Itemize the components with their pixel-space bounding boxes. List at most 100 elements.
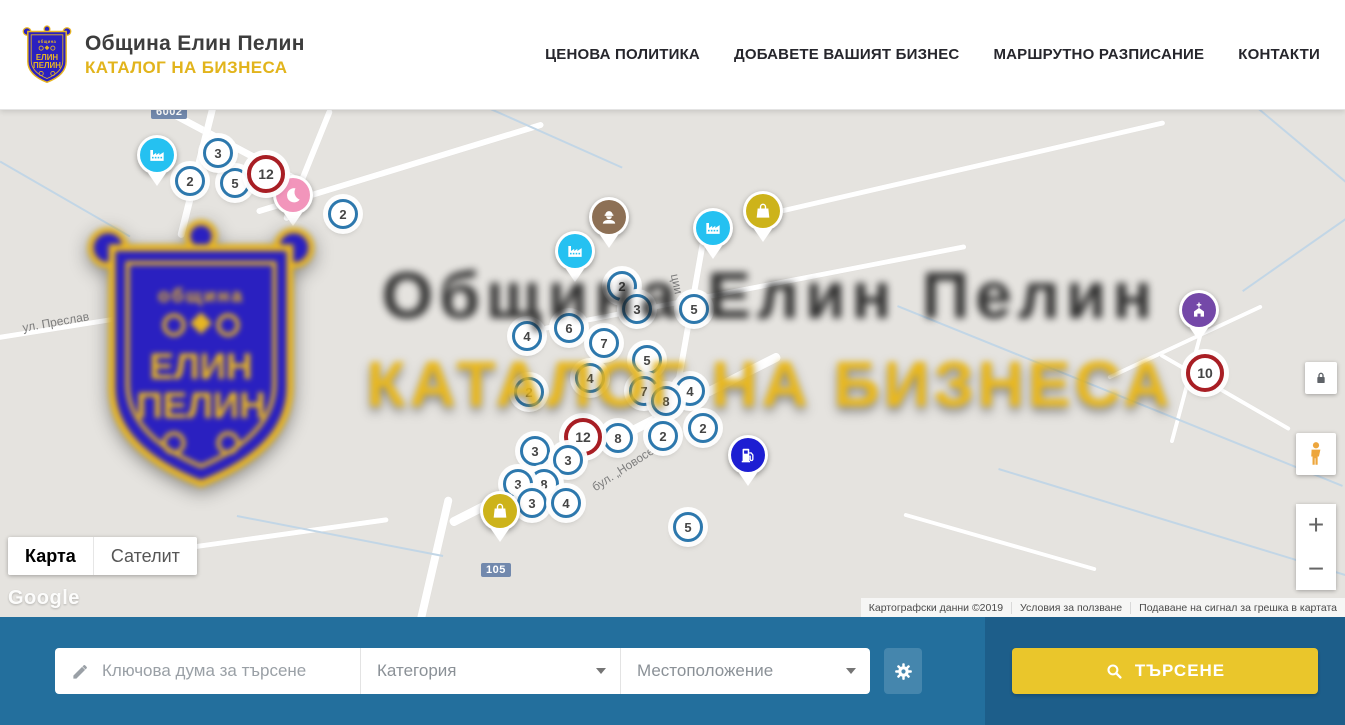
svg-text:ПЕЛИН: ПЕЛИН (136, 385, 266, 426)
road-shield: 6002 (151, 110, 187, 119)
map-type-satellite-button[interactable]: Сателит (93, 537, 197, 575)
chevron-down-icon (596, 668, 606, 674)
search-icon (1105, 662, 1124, 681)
pencil-icon (71, 662, 90, 681)
pegman-icon (1305, 441, 1327, 467)
main-nav: ЦЕНОВА ПОЛИТИКА ДОБАВЕТЕ ВАШИЯТ БИЗНЕС М… (545, 46, 1320, 63)
map-pin-factory[interactable] (693, 208, 733, 248)
map-stream (998, 468, 1345, 584)
brand[interactable]: община ЕЛИН ПЕЛИН Община Елин Пелин КАТА… (22, 24, 305, 86)
map-canvas[interactable]: ул. Преславбул. „Новоселции"6002105 2531… (0, 110, 1345, 617)
nav-contacts[interactable]: КОНТАКТИ (1238, 46, 1320, 63)
cluster-marker[interactable]: 2 (328, 199, 358, 229)
map-pin-factory[interactable] (555, 231, 595, 271)
street-view-button[interactable] (1296, 433, 1336, 475)
fuel-icon (731, 438, 765, 472)
shopping-bag-icon (746, 194, 780, 228)
map-pin-factory[interactable] (137, 135, 177, 175)
cluster-marker[interactable]: 3 (520, 436, 550, 466)
map-road (415, 496, 453, 617)
cluster-marker[interactable]: 5 (632, 345, 662, 375)
cluster-marker[interactable]: 4 (575, 363, 605, 393)
map-pin-church[interactable] (1179, 290, 1219, 330)
cluster-marker[interactable]: 3 (622, 294, 652, 324)
zoom-out-button[interactable]: − (1296, 547, 1336, 590)
site-subtitle: КАТАЛОГ НА БИЗНЕСА (85, 58, 305, 78)
map-pin-fuel[interactable] (728, 435, 768, 475)
cluster-marker[interactable]: 2 (514, 377, 544, 407)
svg-text:ЕЛИН: ЕЛИН (149, 346, 252, 387)
cluster-marker[interactable]: 4 (551, 488, 581, 518)
cluster-marker[interactable]: 2 (175, 166, 205, 196)
chevron-down-icon (846, 668, 856, 674)
search-bar: Категория Местоположение (0, 617, 1345, 725)
nav-route-schedule[interactable]: МАРШРУТНО РАЗПИСАНИЕ (993, 46, 1204, 63)
factory-icon (696, 211, 730, 245)
cluster-marker[interactable]: 5 (679, 294, 709, 324)
site-title: Община Елин Пелин (85, 32, 305, 56)
cluster-marker[interactable]: 3 (517, 488, 547, 518)
svg-text:община: община (158, 286, 244, 307)
category-dropdown[interactable]: Категория (360, 648, 620, 694)
search-button-label: ТЪРСЕНЕ (1135, 661, 1225, 681)
map-type-map-button[interactable]: Карта (8, 537, 93, 575)
location-dropdown[interactable]: Местоположение (620, 648, 870, 694)
cluster-marker[interactable]: 3 (203, 138, 233, 168)
cluster-marker[interactable]: 2 (688, 413, 718, 443)
municipality-logo-icon: община ЕЛИН ПЕЛИН (22, 24, 72, 86)
zoom-in-button[interactable]: + (1296, 504, 1336, 547)
lock-icon (1313, 370, 1329, 386)
lock-button[interactable] (1305, 362, 1337, 394)
search-bar-left: Категория Местоположение (0, 617, 985, 725)
nav-add-business[interactable]: ДОБАВЕТЕ ВАШИЯТ БИЗНЕС (734, 46, 959, 63)
cluster-marker[interactable]: 5 (220, 168, 250, 198)
worker-icon (592, 200, 626, 234)
cluster-marker[interactable]: 6 (554, 313, 584, 343)
cluster-marker[interactable]: 12 (247, 155, 285, 193)
nav-price-policy[interactable]: ЦЕНОВА ПОЛИТИКА (545, 46, 700, 63)
map-pin-worker[interactable] (589, 197, 629, 237)
map-pin-shopping-bag[interactable] (480, 491, 520, 531)
advanced-settings-button[interactable] (884, 648, 922, 694)
cluster-marker[interactable]: 4 (512, 321, 542, 351)
map-road (903, 513, 1096, 572)
brand-text: Община Елин Пелин КАТАЛОГ НА БИЗНЕСА (85, 32, 305, 78)
svg-text:община: община (38, 39, 57, 44)
map-stream (1196, 110, 1345, 206)
search-button[interactable]: ТЪРСЕНЕ (1012, 648, 1318, 694)
map-stream (897, 305, 1343, 487)
map-stream (1242, 210, 1345, 292)
terms-link[interactable]: Условия за ползване (1011, 602, 1130, 614)
factory-icon (558, 234, 592, 268)
map-attribution: Картографски данни ©2019 Условия за полз… (861, 598, 1345, 617)
keyword-search-input[interactable] (102, 661, 348, 681)
shopping-bag-icon (483, 494, 517, 528)
attribution-copyright: Картографски данни ©2019 (861, 602, 1011, 614)
cluster-marker[interactable]: 10 (1186, 354, 1224, 392)
svg-text:ЕЛИН: ЕЛИН (36, 52, 59, 61)
map-road (775, 120, 1166, 215)
road-shield: 105 (481, 563, 511, 577)
street-label: ции" (668, 273, 687, 300)
report-error-link[interactable]: Подаване на сигнал за грешка в картата (1130, 602, 1345, 614)
google-logo: Google (8, 587, 80, 610)
header: община ЕЛИН ПЕЛИН Община Елин Пелин КАТА… (0, 0, 1345, 110)
map-type-control: Карта Сателит (8, 537, 197, 575)
cluster-marker[interactable]: 2 (648, 421, 678, 451)
cluster-marker[interactable]: 8 (651, 386, 681, 416)
category-dropdown-label: Категория (377, 661, 456, 681)
factory-icon (140, 138, 174, 172)
cluster-marker[interactable]: 5 (673, 512, 703, 542)
map-pin-shopping-bag[interactable] (743, 191, 783, 231)
church-icon (1182, 293, 1216, 327)
search-bar-right: ТЪРСЕНЕ (985, 617, 1345, 725)
cluster-marker[interactable]: 7 (589, 328, 619, 358)
search-input-group: Категория Местоположение (55, 648, 870, 694)
cluster-marker[interactable]: 3 (553, 445, 583, 475)
gear-icon (893, 661, 914, 682)
cluster-marker[interactable]: 8 (603, 423, 633, 453)
watermark-logo: община ЕЛИН ПЕЛИН (85, 216, 317, 498)
location-dropdown-label: Местоположение (637, 661, 773, 681)
keyword-segment (55, 648, 360, 694)
page: община ЕЛИН ПЕЛИН Община Елин Пелин КАТА… (0, 0, 1345, 725)
